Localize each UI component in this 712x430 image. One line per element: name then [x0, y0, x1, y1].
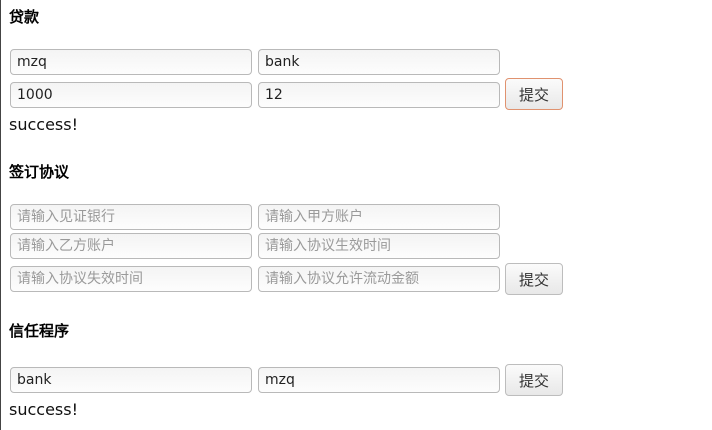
party-a-account-input[interactable]	[258, 204, 500, 230]
expiry-time-input[interactable]	[10, 266, 252, 292]
loan-term-input[interactable]	[258, 82, 500, 108]
agreement-heading: 签订协议	[9, 163, 70, 181]
agreement-submit-button[interactable]: 提交	[505, 263, 563, 295]
loan-amount-input[interactable]	[10, 82, 252, 108]
witness-bank-input[interactable]	[10, 204, 252, 230]
trust-user-input[interactable]	[258, 367, 500, 393]
loan-status-text: success!	[9, 115, 78, 134]
trust-heading: 信任程序	[9, 322, 70, 340]
loan-borrower-input[interactable]	[10, 49, 252, 75]
allowed-amount-input[interactable]	[258, 266, 500, 292]
trust-bank-input[interactable]	[10, 367, 252, 393]
loan-heading: 贷款	[9, 8, 40, 26]
trust-status-text: success!	[9, 400, 78, 419]
trust-submit-button[interactable]: 提交	[505, 364, 563, 396]
effective-time-input[interactable]	[258, 233, 500, 259]
party-b-account-input[interactable]	[10, 233, 252, 259]
left-border	[0, 0, 1, 430]
loan-bank-input[interactable]	[258, 49, 500, 75]
loan-submit-button[interactable]: 提交	[505, 78, 563, 110]
